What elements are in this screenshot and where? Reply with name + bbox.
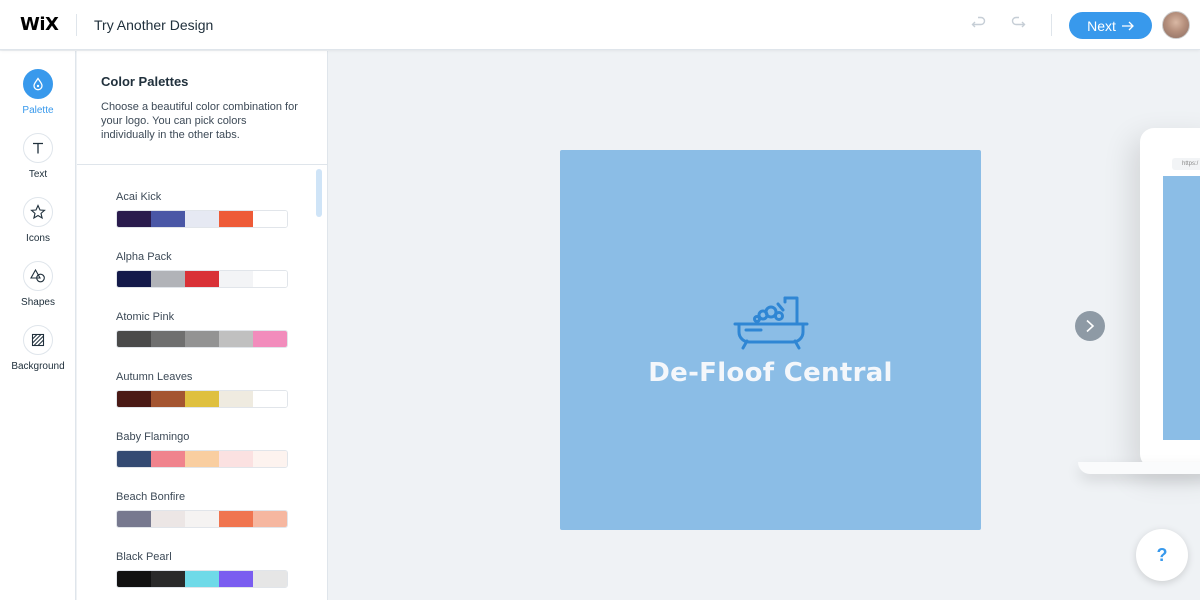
color-swatch bbox=[151, 451, 185, 467]
palette-item[interactable]: Alpha Pack bbox=[116, 251, 288, 311]
color-swatch bbox=[117, 451, 151, 467]
color-swatch bbox=[151, 331, 185, 347]
rail-label: Shapes bbox=[21, 297, 55, 308]
next-button[interactable]: Next bbox=[1069, 12, 1152, 39]
arrow-right-icon bbox=[1121, 21, 1134, 30]
color-swatch bbox=[185, 271, 219, 287]
palette-swatches[interactable] bbox=[116, 570, 288, 588]
palette-name: Atomic Pink bbox=[116, 311, 175, 323]
color-swatch bbox=[185, 511, 219, 527]
color-swatch bbox=[253, 511, 287, 527]
palette-list: Acai Kick Alpha Pack Atomic Pink Autumn Lea… bbox=[116, 191, 288, 600]
help-button[interactable]: ? bbox=[1136, 529, 1188, 581]
rail-label: Icons bbox=[26, 233, 50, 244]
top-bar: WiX Try Another Design Next bbox=[0, 0, 1200, 50]
color-swatch bbox=[185, 391, 219, 407]
palette-name: Acai Kick bbox=[116, 191, 162, 203]
color-swatch bbox=[185, 211, 219, 227]
color-swatch bbox=[117, 571, 151, 587]
rail-label: Text bbox=[28, 169, 48, 180]
color-swatch bbox=[219, 271, 253, 287]
device-base bbox=[1078, 462, 1200, 474]
palette-swatches[interactable] bbox=[116, 270, 288, 288]
color-swatch bbox=[151, 211, 185, 227]
palette-swatches[interactable] bbox=[116, 510, 288, 528]
palette-name: Autumn Leaves bbox=[116, 371, 193, 383]
color-swatch bbox=[117, 331, 151, 347]
panel-description: Choose a beautiful color combination for… bbox=[101, 101, 298, 141]
avatar[interactable] bbox=[1162, 11, 1190, 39]
palette-item[interactable]: Autumn Leaves bbox=[116, 371, 288, 431]
color-swatch bbox=[185, 571, 219, 587]
color-swatch bbox=[151, 511, 185, 527]
palette-item[interactable]: Baby Flamingo bbox=[116, 431, 288, 491]
palette-name: Black Pearl bbox=[116, 551, 172, 563]
color-swatch bbox=[253, 271, 287, 287]
preview-url-bar: https:/ bbox=[1172, 158, 1200, 170]
rail-item-text[interactable]: Text bbox=[0, 133, 76, 180]
palette-item[interactable]: Beach Bonfire bbox=[116, 491, 288, 551]
color-swatch bbox=[151, 391, 185, 407]
undo-icon[interactable] bbox=[969, 14, 989, 34]
rail-label: Palette bbox=[22, 105, 54, 116]
shapes-icon bbox=[23, 261, 53, 291]
color-swatch bbox=[185, 331, 219, 347]
color-swatch bbox=[151, 271, 185, 287]
panel-title: Color Palettes bbox=[101, 74, 189, 89]
chevron-right-icon bbox=[1086, 319, 1095, 333]
redo-icon[interactable] bbox=[1008, 14, 1028, 34]
color-swatch bbox=[219, 211, 253, 227]
palette-item[interactable]: Acai Kick bbox=[116, 191, 288, 251]
palette-swatches[interactable] bbox=[116, 330, 288, 348]
rail-item-shapes[interactable]: Shapes bbox=[0, 261, 76, 308]
header-divider bbox=[76, 14, 77, 36]
palette-swatches[interactable] bbox=[116, 210, 288, 228]
rail-item-palette[interactable]: Palette bbox=[0, 69, 76, 116]
palette-swatches[interactable] bbox=[116, 450, 288, 468]
bathtub-icon bbox=[731, 292, 811, 352]
color-swatch bbox=[253, 571, 287, 587]
star-icon bbox=[23, 197, 53, 227]
next-design-button[interactable] bbox=[1075, 311, 1105, 341]
rail-label: Background bbox=[11, 361, 65, 372]
palette-drop-icon bbox=[23, 69, 53, 99]
palette-name: Baby Flamingo bbox=[116, 431, 190, 443]
palette-name: Alpha Pack bbox=[116, 251, 172, 263]
tool-rail: Palette Text Icons Shapes Background bbox=[0, 51, 76, 600]
palette-item[interactable]: Black Pearl bbox=[116, 551, 288, 600]
background-icon bbox=[23, 325, 53, 355]
color-palettes-panel: Color Palettes Choose a beautiful color … bbox=[77, 51, 328, 600]
header-divider bbox=[1051, 14, 1052, 36]
color-swatch bbox=[219, 331, 253, 347]
logo-name-text[interactable]: De-Floof Central bbox=[560, 358, 981, 388]
rail-item-icons[interactable]: Icons bbox=[0, 197, 76, 244]
rail-item-background[interactable]: Background bbox=[0, 325, 76, 372]
color-swatch bbox=[117, 271, 151, 287]
text-icon bbox=[23, 133, 53, 163]
color-swatch bbox=[253, 451, 287, 467]
palette-item[interactable]: Atomic Pink bbox=[116, 311, 288, 371]
preview-screen bbox=[1163, 176, 1200, 440]
next-button-label: Next bbox=[1087, 17, 1116, 34]
color-swatch bbox=[117, 211, 151, 227]
palette-name: Beach Bonfire bbox=[116, 491, 186, 503]
color-swatch bbox=[185, 451, 219, 467]
color-swatch bbox=[219, 451, 253, 467]
color-swatch bbox=[219, 571, 253, 587]
color-swatch bbox=[117, 391, 151, 407]
color-swatch bbox=[219, 391, 253, 407]
color-swatch bbox=[151, 571, 185, 587]
color-swatch bbox=[117, 511, 151, 527]
color-swatch bbox=[253, 391, 287, 407]
scrollbar[interactable] bbox=[316, 169, 322, 217]
page-title: Try Another Design bbox=[94, 17, 214, 33]
color-swatch bbox=[219, 511, 253, 527]
wix-logo[interactable]: WiX bbox=[20, 14, 59, 35]
color-swatch bbox=[253, 211, 287, 227]
palette-swatches[interactable] bbox=[116, 390, 288, 408]
color-swatch bbox=[253, 331, 287, 347]
divider bbox=[77, 164, 327, 165]
